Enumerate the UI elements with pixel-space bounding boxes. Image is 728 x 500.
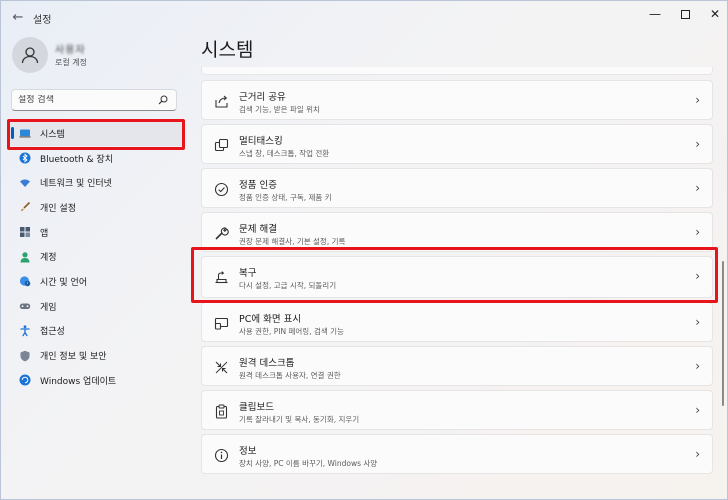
card-title: 정품 인증	[239, 180, 277, 191]
card-subtitle: 원격 데스크톱 사용자, 연결 권한	[239, 371, 341, 380]
chevron-right-icon: ›	[695, 225, 700, 239]
avatar[interactable]	[12, 37, 48, 73]
card-subtitle: 정품 인증 상태, 구독, 제품 키	[239, 193, 332, 202]
card-subtitle: 검색 기능, 받은 파일 위치	[239, 105, 320, 114]
brush-icon	[19, 201, 31, 213]
page-title: 시스템	[201, 39, 254, 61]
account-type: 로컬 계정	[55, 58, 87, 67]
sidebar-item-personalization[interactable]: 개인 설정	[9, 195, 185, 220]
chevron-right-icon: ›	[695, 269, 700, 283]
sidebar-item-label: Windows 업데이트	[40, 376, 117, 387]
card-multitasking[interactable]: 멀티태스킹 스냅 창, 데스크톱, 작업 전환 ›	[201, 124, 713, 164]
sidebar-item-label: 계정	[40, 253, 57, 264]
card-subtitle: 장치 사양, PC 이름 바꾸기, Windows 사양	[239, 459, 378, 468]
sidebar-item-label: 개인 설정	[40, 203, 76, 214]
minimize-button[interactable]: —	[641, 3, 669, 25]
sidebar-nav: 시스템 Bluetooth & 장치 네트워크 및 인터넷 개인 설정 앱 계정…	[9, 121, 185, 393]
card-clipboard[interactable]: 클립보드 기록 잘라내기 및 복사, 동기화, 지우기 ›	[201, 390, 713, 430]
card-activation[interactable]: 정품 인증 정품 인증 상태, 구독, 제품 키 ›	[201, 168, 713, 208]
share-icon	[213, 93, 229, 109]
scrollbar[interactable]	[722, 261, 724, 406]
card-title: 정보	[239, 446, 257, 457]
sidebar-item-label: Bluetooth & 장치	[40, 154, 113, 165]
settings-list: 근거리 공유 검색 기능, 받은 파일 위치 › 멀티태스킹 스냅 창, 데스크…	[201, 67, 713, 497]
app-title: 설정	[33, 15, 52, 26]
card-title: 근거리 공유	[239, 92, 286, 103]
title-bar: ← 설정 — ✕	[1, 1, 728, 33]
card-remote-desktop[interactable]: 원격 데스크톱 원격 데스크톱 사용자, 연결 권한 ›	[201, 346, 713, 386]
accessibility-icon	[19, 325, 31, 337]
shield-icon	[19, 350, 31, 362]
update-icon	[19, 374, 31, 386]
chevron-right-icon: ›	[695, 359, 700, 373]
project-icon	[213, 315, 229, 331]
close-button[interactable]: ✕	[701, 3, 728, 25]
card-subtitle: 사용 권한, PIN 페어링, 검색 기능	[239, 327, 344, 336]
globe-clock-icon	[19, 275, 31, 287]
clipboard-icon	[213, 403, 229, 419]
info-icon	[213, 447, 229, 463]
sidebar-item-bluetooth[interactable]: Bluetooth & 장치	[9, 146, 185, 171]
card-recovery[interactable]: 복구 다시 설정, 고급 시작, 되돌리기 ›	[201, 256, 713, 298]
user-name: 사용자	[55, 45, 86, 56]
search-icon[interactable]	[156, 93, 170, 107]
sidebar-item-accessibility[interactable]: 접근성	[9, 319, 185, 344]
sidebar-item-label: 접근성	[40, 327, 65, 338]
card-subtitle: 기록 잘라내기 및 복사, 동기화, 지우기	[239, 415, 360, 424]
sidebar-item-gaming[interactable]: 게임	[9, 294, 185, 319]
apps-icon	[19, 226, 31, 238]
settings-window: ← 설정 — ✕ 사용자 로컬 계정 시스템 Bluetooth & 장	[0, 0, 728, 500]
laptop-icon	[19, 127, 31, 139]
card-title: 문제 해결	[239, 224, 277, 235]
sidebar-item-label: 게임	[40, 302, 57, 313]
sidebar-item-label: 시스템	[40, 129, 65, 140]
card-troubleshoot[interactable]: 문제 해결 권장 문제 해결사, 기본 설정, 기록 ›	[201, 212, 713, 252]
sidebar-item-system[interactable]: 시스템	[9, 121, 185, 146]
sidebar-item-network[interactable]: 네트워크 및 인터넷	[9, 170, 185, 195]
card-subtitle: 다시 설정, 고급 시작, 되돌리기	[239, 281, 337, 290]
sidebar-item-label: 네트워크 및 인터넷	[40, 179, 112, 190]
sidebar-item-apps[interactable]: 앱	[9, 220, 185, 245]
sidebar-item-label: 개인 정보 및 보안	[40, 352, 107, 363]
card-title: 멀티태스킹	[239, 136, 283, 147]
card-title: 원격 데스크톱	[239, 358, 295, 369]
multitasking-icon	[213, 137, 229, 153]
gamepad-icon	[19, 300, 31, 312]
maximize-icon	[680, 9, 690, 19]
card-title: 클립보드	[239, 402, 274, 413]
maximize-button[interactable]	[671, 3, 699, 25]
back-arrow-icon[interactable]: ←	[7, 7, 29, 27]
person-icon	[19, 251, 31, 263]
activation-icon	[213, 181, 229, 197]
chevron-right-icon: ›	[695, 315, 700, 329]
sidebar-item-privacy[interactable]: 개인 정보 및 보안	[9, 343, 185, 368]
card-subtitle: 스냅 창, 데스크톱, 작업 전환	[239, 149, 330, 158]
chevron-right-icon: ›	[695, 447, 700, 461]
sidebar-item-time-language[interactable]: 시간 및 언어	[9, 269, 185, 294]
person-icon	[21, 47, 39, 64]
chevron-right-icon: ›	[695, 93, 700, 107]
card-subtitle: 권장 문제 해결사, 기본 설정, 기록	[239, 237, 346, 246]
sidebar-item-label: 시간 및 언어	[40, 277, 88, 288]
bluetooth-icon	[19, 152, 31, 164]
card-nearby-sharing[interactable]: 근거리 공유 검색 기능, 받은 파일 위치 ›	[201, 80, 713, 120]
card-project-to-pc[interactable]: PC에 화면 표시 사용 권한, PIN 페어링, 검색 기능 ›	[201, 302, 713, 342]
remote-desktop-icon	[213, 359, 229, 375]
search-input[interactable]	[18, 95, 156, 105]
sidebar-item-label: 앱	[40, 228, 49, 239]
chevron-right-icon: ›	[695, 403, 700, 417]
card-title: PC에 화면 표시	[239, 314, 302, 325]
chevron-right-icon: ›	[695, 181, 700, 195]
chevron-right-icon: ›	[695, 137, 700, 151]
sidebar-item-windows-update[interactable]: Windows 업데이트	[9, 368, 185, 393]
card-about[interactable]: 정보 장치 사양, PC 이름 바꾸기, Windows 사양 ›	[201, 434, 713, 474]
sidebar-item-accounts[interactable]: 계정	[9, 244, 185, 269]
wrench-icon	[213, 225, 229, 241]
recovery-icon	[213, 269, 229, 285]
card-title: 복구	[239, 268, 257, 279]
search-box[interactable]	[11, 89, 177, 111]
wifi-icon	[19, 177, 31, 189]
card-partial	[201, 67, 713, 75]
